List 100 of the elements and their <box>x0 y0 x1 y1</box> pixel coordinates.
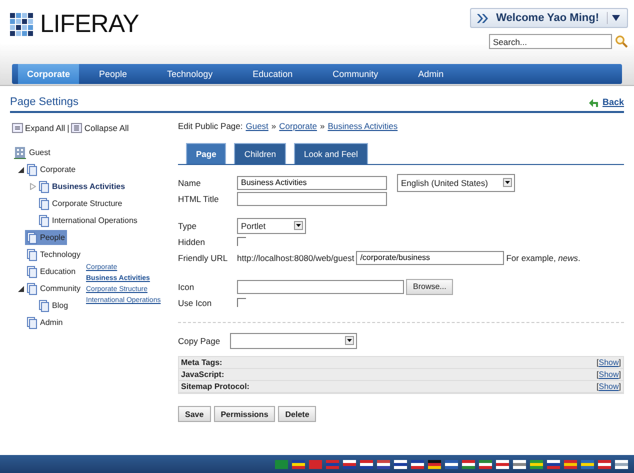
collapse-all-link[interactable]: Collapse All <box>84 123 129 133</box>
breadcrumb-link[interactable]: Business Activities <box>328 121 398 131</box>
welcome-menu[interactable]: Welcome Yao Ming! <box>470 8 628 28</box>
tree-node[interactable]: Education <box>25 264 78 279</box>
show-link[interactable]: Show <box>598 358 619 367</box>
url-hint: For example, news. <box>506 252 580 262</box>
bracket-text: [ <box>596 358 599 367</box>
section-label: JavaScript: <box>181 370 224 379</box>
page-icon <box>27 316 37 328</box>
action-button[interactable]: Delete <box>278 406 316 422</box>
show-link[interactable]: Show <box>598 382 619 391</box>
section-label: Meta Tags: <box>181 358 222 367</box>
language-select[interactable]: English (United States) <box>397 174 515 192</box>
tree-node[interactable]: Admin <box>25 315 65 330</box>
page-icon <box>27 164 37 176</box>
action-button[interactable]: Save <box>178 406 211 422</box>
flag-icon[interactable] <box>547 460 560 468</box>
expand-icon[interactable] <box>12 123 23 133</box>
page-icon <box>39 198 49 210</box>
type-select[interactable]: Portlet <box>237 218 306 234</box>
expand-all-link[interactable]: Expand All <box>25 123 66 133</box>
browse-button[interactable]: Browse... <box>406 278 454 294</box>
flag-icon[interactable] <box>598 460 611 468</box>
flag-icon[interactable] <box>615 460 628 468</box>
hidden-checkbox[interactable] <box>237 237 246 246</box>
flag-icon[interactable] <box>479 460 492 468</box>
bracket-text: ] <box>618 370 621 379</box>
flag-icon[interactable] <box>445 460 458 468</box>
flag-icon[interactable] <box>530 460 543 468</box>
tree-node[interactable]: Corporate <box>25 162 78 177</box>
page-icon <box>27 282 37 294</box>
field-label: Icon <box>178 282 196 292</box>
url-prefix: http://localhost:8080/web/guest <box>237 252 354 262</box>
icon-file-field[interactable] <box>237 280 404 294</box>
tab[interactable]: Page <box>186 143 226 164</box>
separator-text: | <box>67 123 70 133</box>
caret-icon[interactable] <box>503 178 512 187</box>
breadcrumb-link[interactable]: Guest <box>246 121 268 131</box>
tree-node[interactable]: Corporate Structure <box>37 196 124 211</box>
bracket-text: [ <box>596 370 599 379</box>
breadcrumb-link[interactable]: Corporate <box>279 121 317 131</box>
expanded-icon[interactable] <box>18 286 24 292</box>
flag-icon[interactable] <box>360 460 373 468</box>
caret-icon[interactable] <box>294 221 303 230</box>
page-icon <box>27 248 37 260</box>
dropdown-icon <box>607 12 621 24</box>
back-link[interactable]: Back <box>589 97 624 107</box>
building-icon <box>14 146 26 159</box>
flag-icon[interactable] <box>428 460 441 468</box>
page-icon <box>27 232 37 244</box>
tree-node[interactable]: People <box>25 230 67 245</box>
tree-root[interactable]: Guest <box>12 145 52 160</box>
show-link[interactable]: Show <box>598 370 619 379</box>
field-label: Copy Page <box>178 336 222 346</box>
flag-icon[interactable] <box>581 460 594 468</box>
bracket-text: ] <box>618 382 621 391</box>
action-button[interactable]: Permissions <box>214 406 276 422</box>
flag-icon[interactable] <box>411 460 424 468</box>
nav-tab[interactable]: Technology <box>147 64 233 84</box>
tab[interactable]: Children <box>234 143 286 164</box>
breadcrumb-separator: » <box>271 121 276 131</box>
collapse-icon[interactable] <box>71 123 82 133</box>
expanded-icon[interactable] <box>18 166 24 172</box>
friendly-url-field[interactable]: /corporate/business <box>356 250 504 264</box>
tab[interactable]: Look and Feel <box>294 143 368 164</box>
flag-icon[interactable] <box>513 460 526 468</box>
nav-tab[interactable]: People <box>79 64 148 84</box>
field-label: HTML Title <box>178 194 220 204</box>
name-field[interactable]: Business Activities <box>237 176 387 190</box>
page-icon <box>39 180 49 192</box>
page-icon <box>39 214 49 226</box>
tree-node[interactable]: Business Activities <box>37 179 128 194</box>
field-label: Friendly URL <box>178 252 229 262</box>
field-label: Type <box>178 220 198 230</box>
tree-node[interactable]: International Operations <box>37 213 140 228</box>
search-field[interactable]: Search... <box>489 34 612 49</box>
logo-icon <box>10 12 34 36</box>
nav-tab[interactable]: Community <box>312 64 398 84</box>
caret-icon[interactable] <box>345 336 354 345</box>
back-arrow-icon <box>589 97 600 107</box>
nav-tab[interactable]: Education <box>232 64 313 84</box>
flag-icon[interactable] <box>496 460 509 468</box>
page-icon <box>27 266 37 278</box>
bracket-text: [ <box>596 382 599 391</box>
html-title-field[interactable] <box>237 192 387 206</box>
flag-icon[interactable] <box>292 460 305 468</box>
breadcrumb-label: Edit Public Page: <box>178 121 243 131</box>
flag-icon[interactable] <box>377 460 390 468</box>
tree-node[interactable]: Technology <box>25 247 82 262</box>
search-icon[interactable] <box>615 35 628 48</box>
page-icon <box>39 300 49 312</box>
flag-icon[interactable] <box>343 460 356 468</box>
nav-tab[interactable]: Admin <box>398 64 464 84</box>
flag-icon[interactable] <box>462 460 475 468</box>
bracket-text: ] <box>618 358 621 367</box>
chevrons-icon <box>477 14 488 22</box>
use-icon-checkbox[interactable] <box>237 298 246 307</box>
tree-node[interactable]: Blog <box>37 298 70 313</box>
tree-node[interactable]: Community <box>25 281 82 296</box>
flag-icon[interactable] <box>394 460 407 468</box>
